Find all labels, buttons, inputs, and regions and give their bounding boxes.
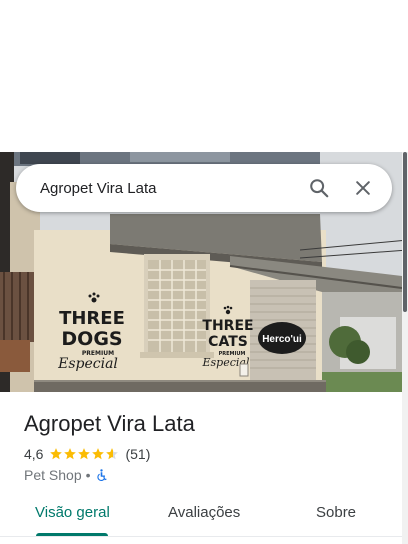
rating-stars bbox=[49, 447, 119, 461]
tab-overview[interactable]: Visão geral bbox=[35, 504, 110, 521]
three-dogs-script: Especial bbox=[57, 356, 118, 372]
blank-area bbox=[0, 0, 408, 152]
rating-row[interactable]: 4,6 (51) bbox=[24, 444, 150, 464]
star-icon bbox=[50, 448, 63, 460]
search-bar[interactable]: Agropet Vira Lata bbox=[16, 164, 392, 212]
search-input[interactable]: Agropet Vira Lata bbox=[40, 180, 294, 197]
separator-dot: • bbox=[85, 467, 91, 483]
close-icon[interactable] bbox=[344, 169, 382, 207]
rating-value: 4,6 bbox=[24, 446, 44, 462]
tab-about[interactable]: Sobre bbox=[316, 504, 356, 521]
tab-divider bbox=[0, 536, 402, 537]
three-cats-line1: THREE bbox=[202, 318, 253, 334]
search-icon[interactable] bbox=[300, 169, 338, 207]
star-icon bbox=[78, 448, 91, 460]
three-dogs-line1: THREE bbox=[59, 308, 125, 329]
category-row: Pet Shop • bbox=[24, 466, 108, 484]
scrollbar-thumb[interactable] bbox=[403, 152, 407, 312]
place-category: Pet Shop bbox=[24, 467, 82, 483]
place-title: Agropet Vira Lata bbox=[24, 411, 195, 436]
star-icon bbox=[92, 448, 105, 460]
half-star-icon bbox=[106, 448, 119, 460]
review-count[interactable]: (51) bbox=[125, 446, 150, 462]
three-cats-line2: CATS bbox=[208, 334, 248, 350]
star-icon bbox=[64, 448, 77, 460]
tab-bar: Visão geral Avaliações Sobre bbox=[0, 492, 402, 536]
three-dogs-line2: DOGS bbox=[61, 328, 122, 350]
wheelchair-icon bbox=[96, 469, 107, 481]
tab-reviews[interactable]: Avaliações bbox=[168, 504, 240, 521]
place-info-panel: Agropet Vira Lata 4,6 (51) Pet Shop • Vi… bbox=[0, 392, 402, 544]
round-sign-text: Herco'ui bbox=[262, 334, 302, 345]
